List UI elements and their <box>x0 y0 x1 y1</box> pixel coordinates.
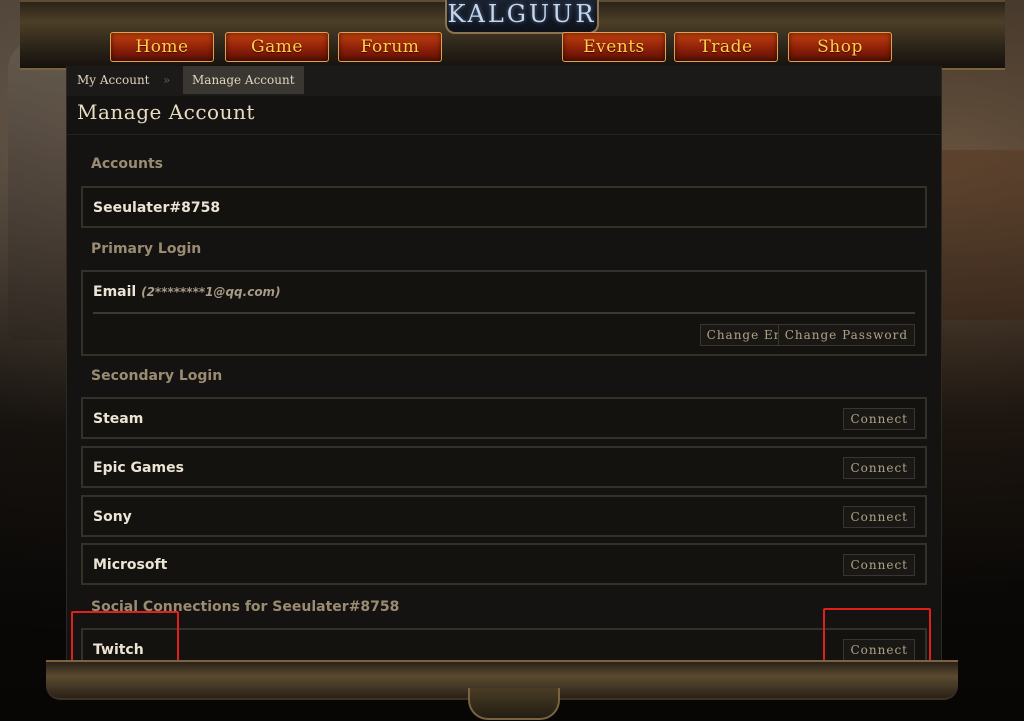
section-secondary-login-label: Secondary Login <box>91 368 223 384</box>
provider-row-steam: Steam Connect <box>81 397 927 439</box>
provider-name: Steam <box>93 411 144 427</box>
background-furniture <box>934 150 1024 320</box>
main-panel: My Account » Manage Account Manage Accou… <box>66 66 942 696</box>
nav-forum[interactable]: Forum <box>338 32 442 62</box>
provider-row-microsoft: Microsoft Connect <box>81 543 927 585</box>
provider-name: Microsoft <box>93 557 168 573</box>
email-label: Email (2********1@qq.com) <box>93 284 281 300</box>
connect-epic-games-button[interactable]: Connect <box>843 457 915 479</box>
nav-home[interactable]: Home <box>110 32 214 62</box>
nav-events[interactable]: Events <box>562 32 666 62</box>
email-divider <box>93 312 915 314</box>
account-name: Seeulater#8758 <box>93 200 221 216</box>
header-frame: KALGUUR Home Game Forum Events Trade Sho… <box>20 0 1005 70</box>
section-accounts-label: Accounts <box>91 156 164 172</box>
breadcrumb: My Account » Manage Account <box>67 66 941 96</box>
section-primary-login-label: Primary Login <box>91 241 202 257</box>
account-box: Seeulater#8758 <box>81 186 927 228</box>
email-type: Email <box>93 284 137 300</box>
breadcrumb-manage-account: Manage Account <box>183 66 304 94</box>
provider-name: Epic Games <box>93 460 184 476</box>
divider <box>67 134 941 135</box>
email-masked-value: (2********1@qq.com) <box>141 285 281 299</box>
breadcrumb-separator: » <box>163 73 171 87</box>
change-password-button[interactable]: Change Password <box>777 324 915 346</box>
provider-row-sony: Sony Connect <box>81 495 927 537</box>
primary-login-box: Email (2********1@qq.com) Change Email C… <box>81 270 927 356</box>
connect-microsoft-button[interactable]: Connect <box>843 554 915 576</box>
site-logo[interactable]: KALGUUR <box>445 0 599 34</box>
nav-shop[interactable]: Shop <box>788 32 892 62</box>
breadcrumb-my-account[interactable]: My Account <box>77 66 150 94</box>
provider-row-epic-games: Epic Games Connect <box>81 446 927 488</box>
background-character <box>8 40 68 340</box>
connect-sony-button[interactable]: Connect <box>843 506 915 528</box>
page-title: Manage Account <box>77 100 255 124</box>
provider-name: Sony <box>93 509 132 525</box>
nav-trade[interactable]: Trade <box>674 32 778 62</box>
connect-steam-button[interactable]: Connect <box>843 408 915 430</box>
footer-ornament <box>468 688 560 720</box>
nav-game[interactable]: Game <box>225 32 329 62</box>
